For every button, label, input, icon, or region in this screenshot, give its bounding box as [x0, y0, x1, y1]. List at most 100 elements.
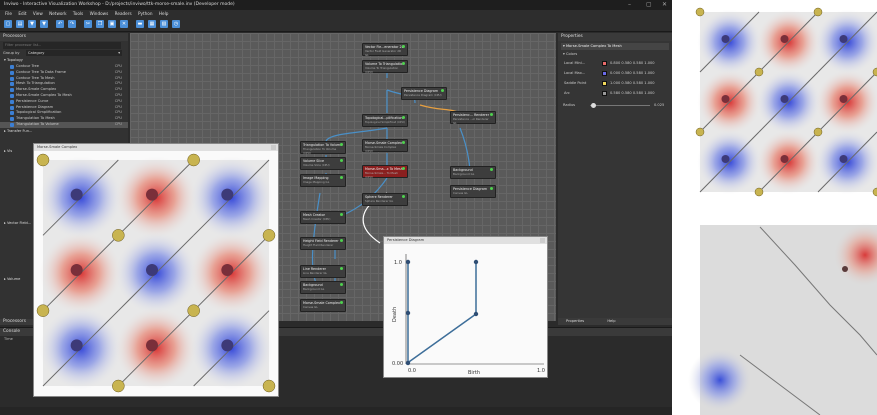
- paste-icon[interactable]: ▣: [108, 20, 116, 28]
- processor-icon: [10, 70, 14, 75]
- persistence-header: Persistence Diagram: [384, 237, 547, 244]
- network-node[interactable]: Morse-Sma...x To Mesh Morse-Smale... To M…: [362, 165, 408, 179]
- node-subtitle: Volume Slice (CPU): [303, 163, 330, 167]
- processor-label: Contour Tree To Mesh: [16, 75, 55, 80]
- close-icon[interactable]: [271, 145, 276, 150]
- processors-panel-header: Processors: [0, 33, 128, 41]
- group-transfer[interactable]: ▸ Transfer Fun...: [4, 128, 32, 134]
- processor-icon: [10, 111, 14, 116]
- processor-item[interactable]: Triangulation To Volume CPU: [0, 121, 128, 128]
- network-node[interactable]: Volume Slice Volume Slice (CPU): [300, 157, 346, 170]
- status-bar: [0, 407, 672, 415]
- x-axis-label: Birth: [468, 370, 480, 376]
- network-node[interactable]: Morse-Smale Complex Morse-Smale Complex (…: [362, 139, 408, 153]
- menu-view[interactable]: View: [33, 10, 43, 18]
- delete-icon[interactable]: ✕: [120, 20, 128, 28]
- node-subtitle: Volume To Triangulation (CPU): [365, 66, 399, 74]
- radius-slider-handle[interactable]: [590, 103, 596, 108]
- color-value-arc: 0.580 0.580 0.580 1.000: [610, 91, 655, 95]
- tab-help[interactable]: Help: [607, 319, 615, 323]
- network-node[interactable]: Sphere Renderer Sphere Renderer GL: [362, 193, 408, 206]
- color-swatch-max[interactable]: [602, 71, 607, 76]
- group-topology[interactable]: ▾ Topology: [4, 58, 23, 62]
- group-vis[interactable]: ▸ Vis: [4, 148, 32, 154]
- processor-section[interactable]: ▾ Morse-Smale Complex To Mesh: [561, 43, 669, 50]
- network-node[interactable]: Persistenc... Renderer Persistence ...ol …: [450, 111, 496, 125]
- menu-readers[interactable]: Readers: [115, 10, 132, 18]
- processor-label: Morse-Smale Complex: [16, 87, 57, 92]
- group-vector-label: Vector Field...: [6, 221, 32, 225]
- group-vector[interactable]: ▸ Vector Field...: [4, 220, 32, 226]
- save-icon[interactable]: ▼: [28, 20, 36, 28]
- network-node[interactable]: Persistence Diagram Persistence Diagram (…: [401, 87, 447, 100]
- color-swatch-saddle[interactable]: [602, 81, 607, 86]
- node-subtitle: Triangulation To Volume (CPU): [303, 147, 337, 155]
- tab-properties[interactable]: Properties: [566, 319, 584, 323]
- network-node[interactable]: Image Mapping Image Mapping GL: [300, 174, 346, 187]
- node-subtitle: Background GL: [453, 172, 475, 176]
- processor-label: Triangulation To Mesh: [16, 116, 55, 121]
- radius-slider-track[interactable]: [590, 105, 650, 106]
- group-by-select[interactable]: Category ▾: [26, 50, 122, 56]
- minimize-button[interactable]: –: [628, 0, 631, 10]
- processor-label: Triangulation To Volume: [16, 121, 59, 126]
- tick-y-1: 1.0: [394, 260, 402, 266]
- color-swatch-arc[interactable]: [602, 91, 607, 96]
- color-row-min-label: Local Mini...: [564, 61, 586, 65]
- menu-file[interactable]: File: [5, 10, 12, 18]
- close-button[interactable]: ✕: [662, 0, 667, 10]
- network-node[interactable]: Height Field Renderer Height Field Render…: [300, 237, 346, 250]
- network-node[interactable]: Background Background GL: [300, 281, 346, 294]
- network-node[interactable]: Line Renderer Line Renderer GL: [300, 265, 346, 278]
- color-row-max: Local Max...: [564, 71, 585, 75]
- network-node[interactable]: Vector Fie...enerator 2D Vector Field Gen…: [362, 43, 408, 57]
- collapsed-groups: ▸ Transfer Fun... ▸ Vis ▸ Vector Field..…: [4, 128, 32, 282]
- persistence-window[interactable]: Persistence Diagram 0.0 1.0 0.00 1.0 Bir…: [383, 236, 548, 378]
- color-row-arc-label: Arc: [564, 91, 570, 95]
- network-node[interactable]: Morse-Smale Complex Canvas GL: [300, 299, 346, 312]
- menu-help[interactable]: Help: [159, 10, 169, 18]
- persistence-title: Persistence Diagram: [387, 238, 425, 242]
- new-file-icon[interactable]: ▢: [4, 20, 12, 28]
- menu-windows[interactable]: Windows: [90, 10, 109, 18]
- status-led-icon: [490, 168, 493, 171]
- menu-tools[interactable]: Tools: [73, 10, 83, 18]
- open-file-icon[interactable]: ▤: [16, 20, 24, 28]
- colors-section[interactable]: ▾ Colors: [563, 52, 577, 56]
- radius-value[interactable]: 0.025: [654, 103, 664, 107]
- colors-section-label: Colors: [565, 52, 578, 56]
- group-volume[interactable]: ▸ Volume: [4, 276, 32, 282]
- cut-icon[interactable]: ✂: [84, 20, 92, 28]
- undo-icon[interactable]: ↶: [56, 20, 64, 28]
- status-led-icon: [340, 176, 343, 179]
- save-as-icon[interactable]: ▼: [40, 20, 48, 28]
- network-node[interactable]: Topological...plification Topological Sim…: [362, 114, 408, 127]
- lock-icon[interactable]: ▬: [136, 20, 144, 28]
- properties-panel-header: Properties: [558, 33, 672, 41]
- network-node[interactable]: Mesh Creator Mesh Creator (CPU): [300, 211, 346, 224]
- grid-icon[interactable]: ▦: [148, 20, 156, 28]
- copy-icon[interactable]: ❐: [96, 20, 104, 28]
- redo-icon[interactable]: ↷: [68, 20, 76, 28]
- node-subtitle: Image Mapping GL: [303, 180, 330, 184]
- network-node[interactable]: Background Background GL: [450, 166, 496, 179]
- close-icon[interactable]: [540, 238, 545, 243]
- color-swatch-min[interactable]: [602, 61, 607, 66]
- layers-icon[interactable]: ▧: [160, 20, 168, 28]
- time-icon[interactable]: ◷: [172, 20, 180, 28]
- node-subtitle: Morse-Smale... To Mesh (CPU): [365, 171, 398, 179]
- network-node[interactable]: Triangulation To Volume Triangulation To …: [300, 141, 346, 155]
- render-view-top: [695, 7, 877, 197]
- processor-icon: [10, 88, 14, 93]
- status-led-icon: [340, 267, 343, 270]
- processor-filter-input[interactable]: Filter processor list...: [3, 42, 121, 49]
- processor-label: Morse-Smale Complex To Mesh: [16, 92, 72, 97]
- menu-network[interactable]: Network: [49, 10, 66, 18]
- msc-canvas-window[interactable]: Morse-Smale Complex: [33, 143, 279, 397]
- menu-python[interactable]: Python: [138, 10, 153, 18]
- network-node[interactable]: Volume To Triangulation Volume To Triangu…: [362, 60, 408, 74]
- node-subtitle: Canvas GL: [453, 191, 468, 195]
- maximize-button[interactable]: ▢: [646, 0, 652, 10]
- network-node[interactable]: Persistence Diagram Canvas GL: [450, 185, 496, 198]
- menu-edit[interactable]: Edit: [18, 10, 26, 18]
